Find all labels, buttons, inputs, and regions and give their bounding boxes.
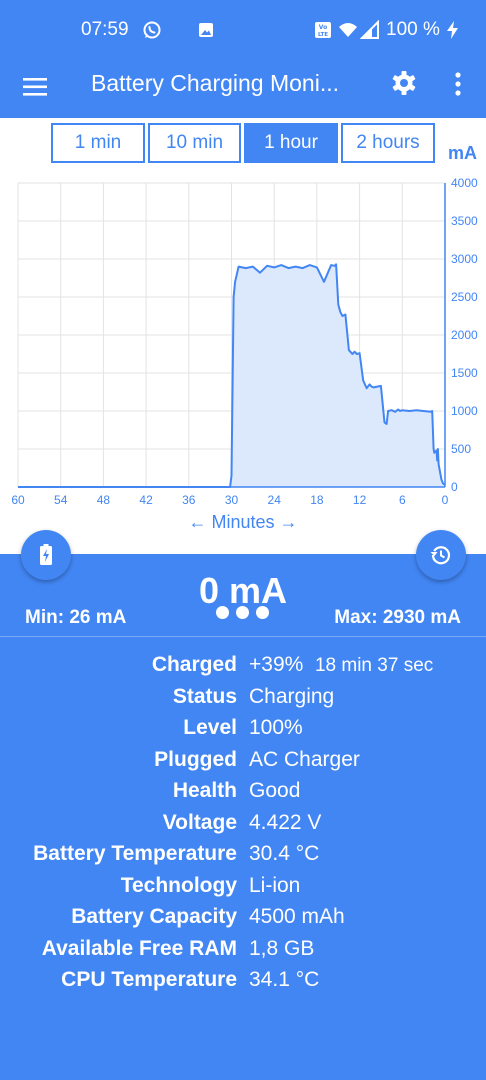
svg-text:LTE: LTE <box>318 32 328 38</box>
info-value: 30.4 °C <box>249 842 320 865</box>
app-title: Battery Charging Moni... <box>91 70 340 96</box>
info-row-free-ram: Available Free RAM 1,8 GB <box>0 937 486 967</box>
x-tick-label: 42 <box>139 493 153 507</box>
divider <box>0 636 486 637</box>
page-dot <box>216 606 229 619</box>
page-dot <box>256 606 269 619</box>
x-tick-label: 0 <box>442 493 449 507</box>
info-row-charged: Charged +39% 18 min 37 sec <box>0 653 486 683</box>
y-tick-label: 1000 <box>451 404 478 418</box>
info-label: CPU Temperature <box>61 968 237 991</box>
info-label: Technology <box>120 874 237 897</box>
x-tick-label: 48 <box>97 493 111 507</box>
info-value: Good <box>249 779 301 802</box>
y-tick-label: 4000 <box>451 176 478 190</box>
image-icon <box>199 23 213 37</box>
info-value: 4500 mAh <box>249 905 345 928</box>
info-row-health: Health Good <box>0 779 486 809</box>
info-row-level: Level 100% <box>0 716 486 746</box>
chart-panel: 1 min 10 min 1 hour 2 hours mA 60 54 48 42 3… <box>0 118 486 554</box>
info-value: AC Charger <box>249 748 360 771</box>
app-bar: Battery Charging Moni... <box>0 60 486 118</box>
charged-duration: 18 min 37 sec <box>314 655 434 676</box>
x-tick-label: 6 <box>399 493 406 507</box>
y-tick-label: 1500 <box>451 366 478 380</box>
info-value: 100% <box>249 716 303 739</box>
x-tick-label: 18 <box>310 493 324 507</box>
info-row-battery-temperature: Battery Temperature 30.4 °C <box>0 842 486 872</box>
gear-icon[interactable] <box>390 69 418 97</box>
info-row-status: Status Charging <box>0 685 486 715</box>
status-time: 07:59 <box>81 19 129 40</box>
status-bar: 07:59 Vo LTE 100 % <box>0 0 486 60</box>
info-label: Battery Temperature <box>33 842 237 865</box>
y-tick-label: 2000 <box>451 328 478 342</box>
current-chart: 60 54 48 42 36 30 24 18 12 6 040003500300025002000… <box>11 176 478 507</box>
y-tick-label: 500 <box>451 442 471 456</box>
y-tick-label: 0 <box>451 480 458 494</box>
svg-text:Vo: Vo <box>319 24 327 31</box>
info-value: 4.422 V <box>249 811 322 834</box>
battery-percent: 100 % <box>386 19 440 40</box>
info-value: 34.1 °C <box>249 968 320 991</box>
info-label: Available Free RAM <box>41 937 237 960</box>
signal-icon <box>360 20 379 39</box>
info-label: Status <box>172 685 237 708</box>
whatsapp-icon <box>143 21 161 39</box>
info-label: Level <box>183 716 237 739</box>
info-row-plugged: Plugged AC Charger <box>0 748 486 778</box>
wifi-icon <box>339 23 357 37</box>
info-value: Li-ion <box>249 874 301 897</box>
info-value: 1,8 GB <box>249 937 315 960</box>
info-label: Health <box>172 779 237 802</box>
menu-icon[interactable] <box>22 73 50 101</box>
charged-percent: +39% <box>249 653 304 676</box>
x-tick-label: 12 <box>353 493 367 507</box>
y-tick-label: 2500 <box>451 290 478 304</box>
x-tick-label: 54 <box>54 493 68 507</box>
page-dot <box>236 606 249 619</box>
max-current: Max: 2930 mA <box>334 607 461 628</box>
y-tick-label: 3500 <box>451 214 478 228</box>
x-tick-label: 24 <box>268 493 282 507</box>
info-label: Voltage <box>162 811 237 834</box>
info-row-cpu-temperature: CPU Temperature 34.1 °C <box>0 968 486 998</box>
info-label: Plugged <box>154 748 237 771</box>
volte-icon: Vo LTE <box>315 22 331 38</box>
info-row-technology: Technology Li-ion <box>0 874 486 904</box>
info-label: Charged <box>151 653 237 676</box>
info-value: Charging <box>249 685 335 708</box>
info-row-battery-capacity: Battery Capacity 4500 mAh <box>0 905 486 935</box>
history-icon <box>430 546 451 565</box>
info-value: +39% 18 min 37 sec <box>249 653 433 677</box>
x-tick-label: 60 <box>11 493 25 507</box>
more-options-icon[interactable] <box>448 71 468 97</box>
x-tick-label: 36 <box>182 493 196 507</box>
min-current: Min: 26 mA <box>25 607 127 628</box>
info-row-voltage: Voltage 4.422 V <box>0 811 486 841</box>
battery-charging-icon <box>40 544 52 565</box>
charging-bolt-icon <box>447 21 458 39</box>
y-tick-label: 3000 <box>451 252 478 266</box>
page-indicator <box>213 606 273 620</box>
x-axis-label: ← Minutes → <box>188 512 298 532</box>
x-tick-label: 30 <box>225 493 239 507</box>
info-label: Battery Capacity <box>71 905 237 928</box>
